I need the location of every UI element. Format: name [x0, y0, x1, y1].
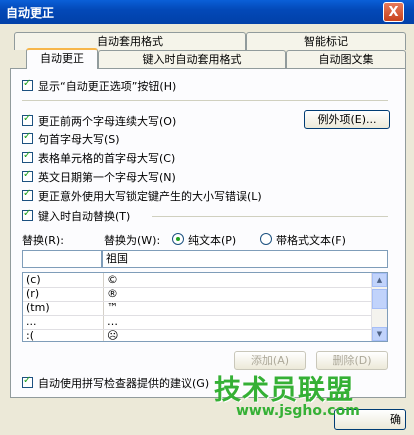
divider [22, 100, 388, 101]
caps-lock-checkbox[interactable] [22, 188, 33, 201]
watermark-url: www.jsgho.com [236, 403, 360, 419]
entry-with: ☹ [107, 329, 119, 342]
caps-lock-label: 更正意外使用大写锁定键产生的大小写错误(L) [38, 190, 262, 203]
entry-with: ® [107, 287, 118, 300]
cap-first-sentence-checkbox[interactable] [22, 131, 33, 144]
tab-smart-tags[interactable]: 智能标记 [246, 32, 406, 50]
with-input[interactable]: 祖国 [102, 250, 388, 268]
list-scrollbar[interactable]: ▲ ▼ [371, 273, 387, 341]
cap-table-cell-checkbox[interactable] [22, 150, 33, 163]
show-buttons-checkbox[interactable] [22, 78, 33, 91]
tab-autotext[interactable]: 自动图文集 [286, 50, 406, 68]
two-initial-caps-checkbox[interactable] [22, 113, 33, 126]
entry-replace: (tm) [26, 301, 50, 314]
with-label: 替换为(W): [104, 234, 161, 247]
replace-as-type-checkbox[interactable] [22, 208, 33, 221]
tab-autoformat-as-you-type[interactable]: 键入时自动套用格式 [98, 50, 286, 68]
cap-table-cell-label: 表格单元格的首字母大写(C) [38, 152, 176, 165]
spelling-suggestions-label: 自动使用拼写检查器提供的建议(G) [38, 377, 210, 390]
cap-day-names-label: 英文日期第一个字母大写(N) [38, 171, 176, 184]
list-item[interactable]: (tm) ™ [23, 301, 373, 316]
list-item[interactable]: :( ☹ [23, 329, 373, 342]
group-divider [152, 216, 388, 217]
scroll-up-icon[interactable]: ▲ [372, 273, 387, 287]
list-item[interactable]: ... … [23, 315, 373, 330]
two-initial-caps-label: 更正前两个字母连续大写(O) [38, 115, 177, 128]
entry-with: … [107, 315, 118, 328]
replace-label: 替换(R): [22, 234, 64, 247]
scroll-down-icon[interactable]: ▼ [372, 327, 387, 341]
watermark-logo: 技术员联盟 [214, 375, 354, 406]
replace-as-type-label: 键入时自动替换(T) [38, 210, 131, 223]
formatted-text-radio[interactable] [260, 233, 272, 245]
entry-replace: :( [26, 329, 34, 342]
replace-input[interactable] [22, 250, 102, 268]
list-item[interactable]: (r) ® [23, 287, 373, 302]
cap-day-names-checkbox[interactable] [22, 169, 33, 182]
autocorrect-entries-list[interactable]: (c) © (r) ® (tm) ™ ... … :( ☹ ▲ ▼ [22, 272, 388, 342]
entry-replace: ... [26, 315, 37, 328]
entry-with: © [107, 273, 118, 286]
entry-with: ™ [107, 301, 118, 314]
plain-text-label: 纯文本(P) [188, 234, 237, 247]
cap-first-sentence-label: 句首字母大写(S) [38, 133, 120, 146]
show-buttons-label: 显示“自动更正选项”按钮(H) [38, 80, 177, 93]
tab-autocorrect[interactable]: 自动更正 [26, 48, 98, 69]
entry-replace: (c) [26, 273, 41, 286]
scroll-thumb[interactable] [372, 289, 387, 309]
entry-replace: (r) [26, 287, 40, 300]
formatted-text-label: 带格式文本(F) [276, 234, 346, 247]
close-button[interactable]: X [383, 2, 404, 22]
list-item[interactable]: (c) © [23, 273, 373, 288]
exceptions-button[interactable]: 例外项(E)... [304, 110, 390, 129]
window-title: 自动更正 [6, 6, 55, 20]
title-bar: 自动更正 X [0, 0, 414, 24]
plain-text-radio[interactable] [172, 233, 184, 245]
spelling-suggestions-checkbox[interactable] [22, 375, 33, 388]
